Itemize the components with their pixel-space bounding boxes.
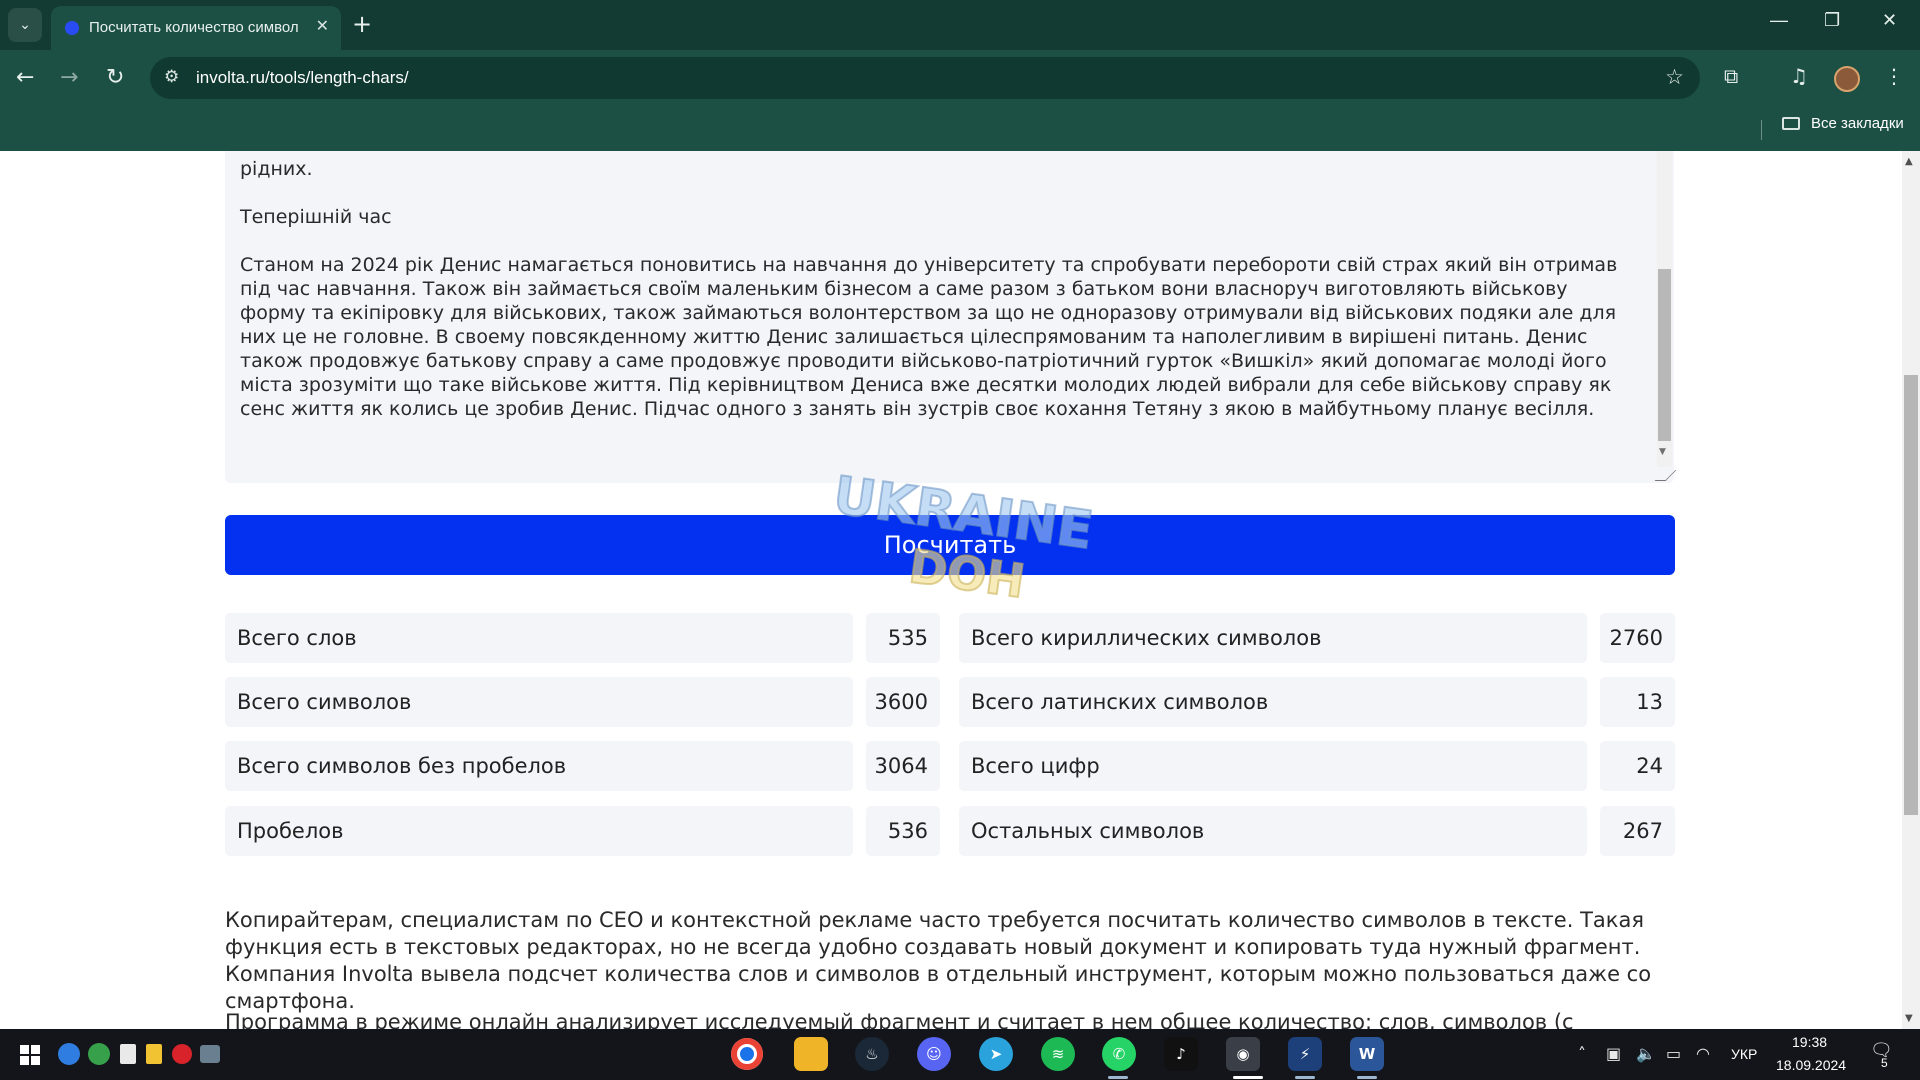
file-explorer-icon[interactable] (794, 1037, 828, 1071)
bookmarks-divider (1761, 120, 1762, 140)
text-paragraph: Теперішній час (240, 206, 392, 228)
resize-handle-icon[interactable] (1654, 470, 1677, 481)
url-text[interactable]: involta.ru/tools/length-chars/ (196, 68, 409, 88)
text-paragraph: Станом на 2024 рік Денис намагається пон… (240, 254, 1618, 420)
tab-active[interactable]: Посчитать количество символов ✕ (51, 6, 341, 50)
stat-latin-value: 13 (1600, 677, 1675, 727)
spotify-icon[interactable]: ≋ (1041, 1037, 1075, 1071)
textarea-scroll-thumb[interactable] (1658, 269, 1671, 441)
tab-strip: ⌄ Посчитать количество символов ✕ + — ❐ … (0, 0, 1920, 50)
wifi-icon[interactable]: ◠ (1696, 1044, 1710, 1063)
running-indicator (1295, 1076, 1315, 1079)
chrome-icon[interactable] (731, 1038, 763, 1070)
text-input-area[interactable]: рідних. Теперішній час Станом на 2024 рі… (225, 151, 1677, 483)
keyboard-language[interactable]: УКР (1731, 1046, 1757, 1062)
stat-chars-no-spaces-label: Всего символов без пробелов (225, 741, 853, 791)
running-indicator (1357, 1076, 1377, 1079)
stat-words-value: 535 (866, 613, 940, 663)
text-paragraph: рідних. (240, 158, 313, 180)
stat-digits-label: Всего цифр (959, 741, 1587, 791)
scroll-down-arrow-icon[interactable]: ▼ (1905, 1013, 1913, 1024)
address-bar[interactable]: ⚙ involta.ru/tools/length-chars/ ☆ (150, 57, 1700, 99)
document-icon[interactable] (120, 1044, 136, 1064)
description-paragraph: Программа в режиме онлайн анализирует ис… (225, 1010, 1574, 1029)
chevron-up-icon[interactable]: ˄ (1578, 1044, 1586, 1063)
stat-other-label: Остальных символов (959, 806, 1587, 856)
notification-count: 5 (1881, 1056, 1888, 1070)
stat-chars-no-spaces-value: 3064 (866, 741, 940, 791)
restore-icon[interactable]: ❐ (1824, 10, 1840, 31)
running-indicator (1108, 1076, 1128, 1079)
chrome-active-icon[interactable]: ◉ (1226, 1037, 1260, 1071)
app-icon[interactable] (88, 1043, 110, 1065)
opera-icon[interactable] (172, 1044, 192, 1064)
menu-icon[interactable]: ⋮ (1884, 64, 1904, 88)
stat-other-value: 267 (1600, 806, 1675, 856)
scroll-up-arrow-icon[interactable]: ▲ (1905, 156, 1913, 167)
textarea-content[interactable]: рідних. Теперішній час Станом на 2024 рі… (240, 157, 1620, 445)
stat-chars-value: 3600 (866, 677, 940, 727)
word-icon[interactable]: W (1350, 1037, 1384, 1071)
close-window-icon[interactable]: ✕ (1882, 10, 1897, 31)
tab-title: Посчитать количество символов (89, 19, 299, 36)
bookmarks-bar (0, 108, 1920, 151)
app-launcher-icon[interactable]: ⚡ (1288, 1037, 1322, 1071)
stat-chars-label: Всего символов (225, 677, 853, 727)
network-icon[interactable]: ▣ (1606, 1044, 1621, 1063)
taskbar: ♨ ☺ ➤ ≋ ✆ ♪ ◉ ⚡ W (0, 1029, 1920, 1080)
site-settings-icon[interactable]: ⚙ (164, 67, 179, 87)
media-control-icon[interactable]: ♫ (1790, 64, 1808, 88)
ukraine-watermark-logo: UKRAINE DOH (829, 471, 1098, 601)
browser-toolbar: ← → ↻ ⚙ involta.ru/tools/length-chars/ ☆… (0, 50, 1920, 108)
page-scroll-thumb[interactable] (1904, 375, 1918, 815)
extensions-icon[interactable]: ⧉ (1724, 64, 1738, 88)
profile-avatar[interactable] (1834, 66, 1860, 92)
bookmark-star-icon[interactable]: ☆ (1665, 65, 1684, 89)
clock-time[interactable]: 19:38 (1792, 1034, 1827, 1050)
notes-icon[interactable] (146, 1044, 162, 1064)
discord-icon[interactable]: ☺ (917, 1037, 951, 1071)
globe-icon[interactable] (58, 1043, 80, 1065)
all-bookmarks-label[interactable]: Все закладки (1811, 115, 1904, 132)
stat-spaces-value: 536 (866, 806, 940, 856)
close-tab-icon[interactable]: ✕ (316, 16, 329, 35)
stat-latin-label: Всего латинских символов (959, 677, 1587, 727)
chevron-down-icon: ⌄ (19, 17, 31, 33)
windows-start-icon[interactable] (20, 1045, 40, 1065)
folder-icon[interactable] (1782, 117, 1800, 130)
steam-icon[interactable]: ♨ (855, 1037, 889, 1071)
new-tab-button[interactable]: + (352, 10, 372, 38)
back-icon[interactable]: ← (16, 64, 34, 92)
stat-cyrillic-label: Всего кириллических символов (959, 613, 1587, 663)
tiktok-icon[interactable]: ♪ (1164, 1037, 1198, 1071)
tab-search-button[interactable]: ⌄ (8, 8, 42, 42)
forward-icon[interactable]: → (60, 64, 78, 92)
stat-words-label: Всего слов (225, 613, 853, 663)
clock-date[interactable]: 18.09.2024 (1776, 1057, 1846, 1073)
scroll-down-arrow-icon[interactable]: ▼ (1659, 447, 1666, 457)
stat-cyrillic-value: 2760 (1600, 613, 1675, 663)
textarea-scrollbar[interactable]: ▼ (1657, 151, 1672, 467)
battery-icon[interactable]: ▭ (1666, 1044, 1681, 1063)
stat-digits-value: 24 (1600, 741, 1675, 791)
site-favicon-icon (65, 21, 79, 35)
page-viewport: рідних. Теперішній час Станом на 2024 рі… (0, 151, 1902, 1029)
minimize-icon[interactable]: — (1770, 10, 1788, 31)
volume-icon[interactable]: 🔈 (1636, 1044, 1656, 1063)
running-indicator (1233, 1076, 1263, 1079)
tool-icon[interactable] (200, 1045, 220, 1063)
stat-spaces-label: Пробелов (225, 806, 853, 856)
whatsapp-icon[interactable]: ✆ (1102, 1037, 1136, 1071)
description-paragraph: Копирайтерам, специалистам по СЕО и конт… (225, 908, 1652, 1013)
reload-icon[interactable]: ↻ (106, 64, 124, 92)
telegram-icon[interactable]: ➤ (979, 1037, 1013, 1071)
